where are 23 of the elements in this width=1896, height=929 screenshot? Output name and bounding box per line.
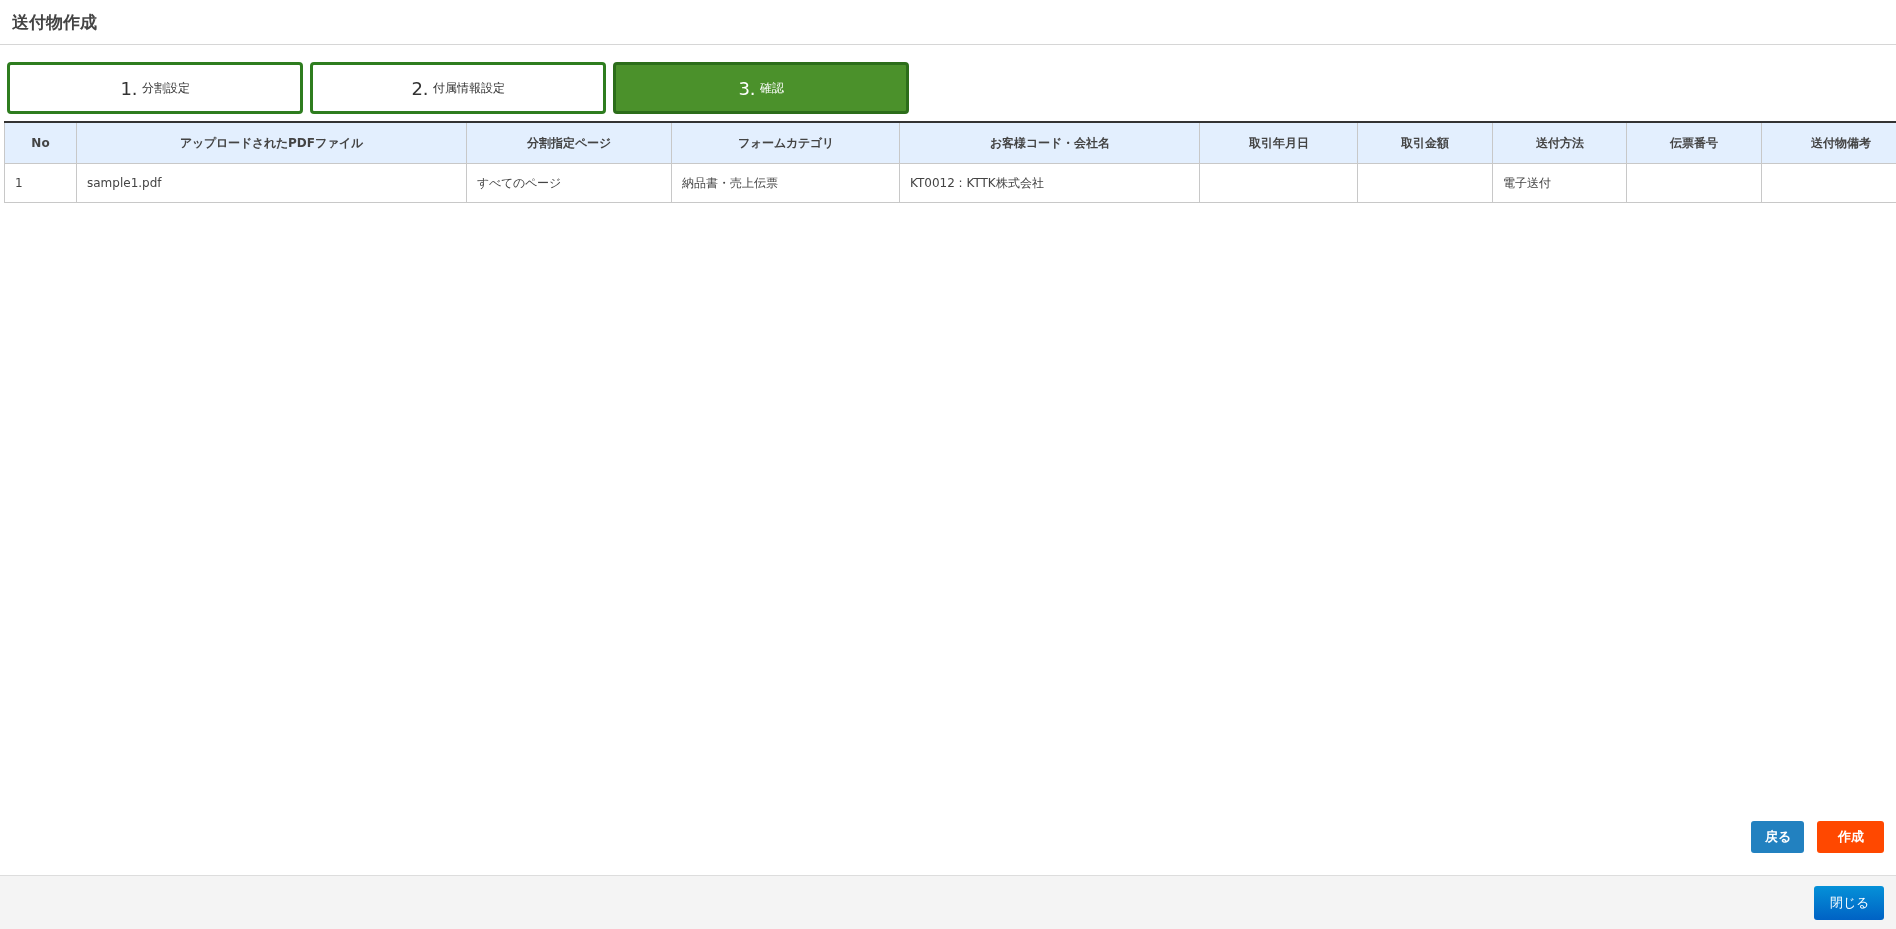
table-cell: 1: [4, 163, 77, 203]
table-cell: 納品書・売上伝票: [671, 163, 900, 203]
column-header: 分割指定ページ: [466, 122, 672, 164]
back-button[interactable]: 戻る: [1751, 821, 1804, 853]
column-header: 送付物備考: [1761, 122, 1896, 164]
column-header: No: [4, 122, 77, 164]
column-header: 送付方法: [1492, 122, 1627, 164]
window-title: 送付物作成: [12, 10, 97, 34]
column-header: アップロードされたPDFファイル: [76, 122, 467, 164]
table-cell: 電子送付: [1492, 163, 1627, 203]
column-header: 取引年月日: [1199, 122, 1358, 164]
create-button[interactable]: 作成: [1817, 821, 1884, 853]
step-tab[interactable]: 3. 確認: [613, 62, 909, 114]
step-tab[interactable]: 1. 分割設定: [7, 62, 303, 114]
close-button[interactable]: 閉じる: [1814, 885, 1884, 920]
table-cell: すべてのページ: [466, 163, 672, 203]
column-header: お客様コード・会社名: [899, 122, 1200, 164]
column-header: 取引金額: [1357, 122, 1493, 164]
column-header: フォームカテゴリ: [671, 122, 900, 164]
step-tab[interactable]: 2. 付属情報設定: [310, 62, 606, 114]
table-cell: KT0012 : KTTK株式会社: [899, 163, 1200, 203]
column-header: 伝票番号: [1626, 122, 1762, 164]
table-cell: sample1.pdf: [76, 163, 467, 203]
